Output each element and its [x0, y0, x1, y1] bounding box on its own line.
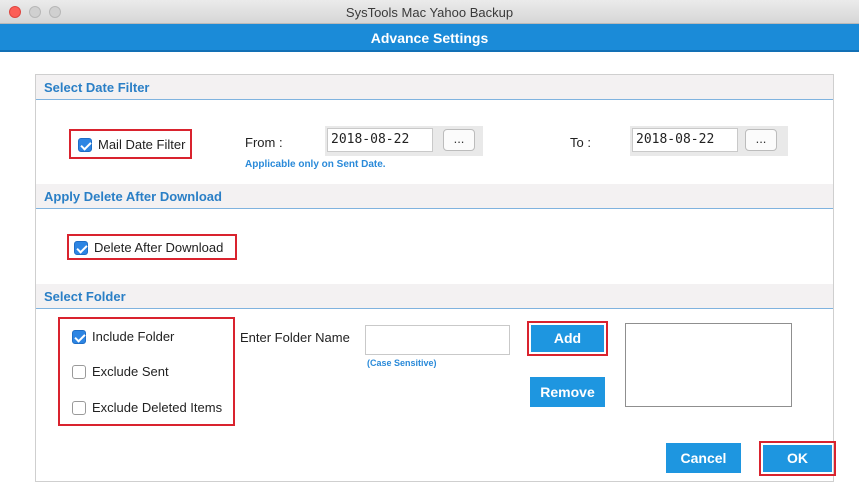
from-date-picker-button[interactable]: ... — [443, 129, 475, 151]
folder-name-input[interactable] — [365, 325, 510, 355]
delete-after-download-checkbox[interactable]: Delete After Download — [74, 239, 223, 255]
case-sensitive-note: (Case Sensitive) — [367, 358, 437, 368]
checkbox-label: Delete After Download — [94, 240, 224, 256]
section-title-date-filter: Select Date Filter — [36, 75, 833, 100]
dialog-content: Select Date Filter Mail Date Filter From… — [0, 52, 859, 499]
dialog-header: Advance Settings — [0, 24, 859, 52]
check-icon — [78, 137, 92, 152]
sent-date-note: Applicable only on Sent Date. — [245, 159, 386, 170]
ok-button[interactable]: OK — [763, 445, 832, 472]
to-date-control: 2018-08-22 ... — [630, 126, 788, 156]
to-label: To : — [570, 135, 591, 150]
checkbox-box — [72, 364, 86, 379]
window-title: SysTools Mac Yahoo Backup — [345, 5, 514, 20]
cancel-button[interactable]: Cancel — [666, 443, 741, 473]
to-date-input[interactable]: 2018-08-22 — [632, 128, 738, 152]
checkbox-label: Exclude Sent — [92, 364, 169, 380]
check-icon — [72, 329, 86, 344]
section-title-select-folder: Select Folder — [36, 284, 833, 309]
mail-date-filter-checkbox[interactable]: Mail Date Filter — [78, 136, 185, 152]
exclude-sent-checkbox[interactable]: Exclude Sent — [72, 363, 169, 379]
exclude-deleted-items-checkbox[interactable]: Exclude Deleted Items — [72, 399, 222, 415]
to-date-picker-button[interactable]: ... — [745, 129, 777, 151]
from-label: From : — [245, 135, 283, 150]
include-folder-checkbox[interactable]: Include Folder — [72, 328, 174, 344]
folder-list[interactable] — [625, 323, 792, 407]
section-title-delete-after: Apply Delete After Download — [36, 184, 833, 209]
remove-folder-button[interactable]: Remove — [530, 377, 605, 407]
checkbox-box — [72, 400, 86, 415]
settings-panel: Select Date Filter Mail Date Filter From… — [35, 74, 834, 482]
add-folder-button[interactable]: Add — [531, 325, 604, 352]
window-titlebar: SysTools Mac Yahoo Backup — [0, 0, 859, 24]
check-icon — [74, 240, 88, 255]
from-date-control: 2018-08-22 ... — [325, 126, 483, 156]
checkbox-label: Exclude Deleted Items — [92, 400, 223, 416]
checkbox-label: Mail Date Filter — [98, 137, 186, 153]
checkbox-label: Include Folder — [92, 329, 175, 345]
from-date-input[interactable]: 2018-08-22 — [327, 128, 433, 152]
folder-name-label: Enter Folder Name — [240, 330, 350, 345]
